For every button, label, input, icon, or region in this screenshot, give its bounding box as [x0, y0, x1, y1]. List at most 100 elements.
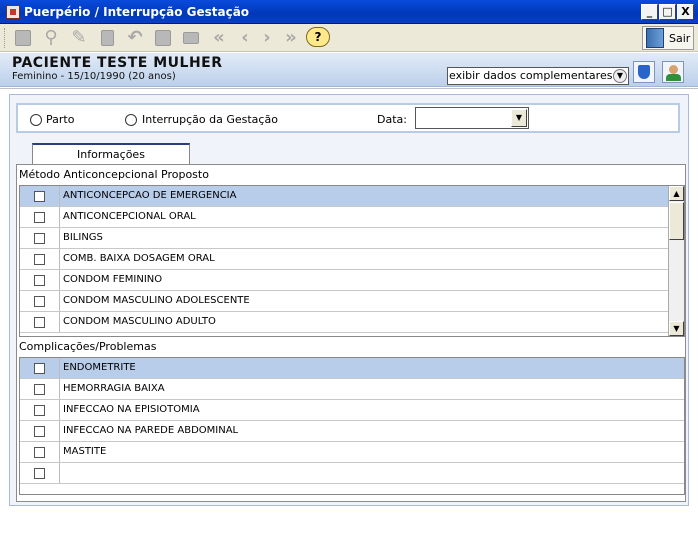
door-exit-icon [646, 28, 664, 48]
print-icon[interactable] [180, 27, 202, 49]
chevron-down-icon[interactable]: ▼ [613, 69, 627, 83]
radio-parto-label: Parto [46, 113, 75, 126]
radio-interrupcao[interactable] [125, 114, 137, 126]
scroll-thumb[interactable] [669, 202, 684, 240]
scroll-up-icon[interactable]: ▲ [669, 186, 684, 201]
app-icon [6, 5, 20, 19]
main-panel: Parto Interrupção da Gestação Data: ▼ In… [9, 94, 689, 506]
eraser-icon[interactable]: ✎ [68, 27, 90, 49]
radio-interrupcao-label: Interrupção da Gestação [142, 113, 278, 126]
exit-button[interactable]: Sair [642, 26, 694, 50]
checkbox[interactable] [34, 253, 45, 265]
list-item[interactable]: ANTICONCEPCIONAL ORAL [20, 207, 669, 228]
item-label: INFECCAO NA EPISIOTOMIA [63, 404, 200, 415]
checkbox[interactable] [34, 446, 45, 458]
date-dropdown-icon[interactable]: ▼ [511, 109, 527, 127]
item-label: CONDOM MASCULINO ADOLESCENTE [63, 295, 250, 306]
next-record-icon[interactable]: › [256, 27, 278, 49]
minimize-button[interactable]: _ [641, 4, 658, 20]
save-icon[interactable] [152, 27, 174, 49]
toolbar: ⚲ ✎ ↶ « ‹ › » ? Sair [0, 24, 698, 52]
list-item[interactable]: CONDOM FEMININO [20, 270, 669, 291]
complicacoes-grid: ENDOMETRITE HEMORRAGIA BAIXA INFECCAO NA E… [19, 357, 685, 495]
checkbox-cell [20, 207, 60, 227]
item-label: CONDOM FEMININO [63, 274, 163, 285]
checkbox-cell [20, 421, 60, 441]
checkbox-cell [20, 442, 60, 462]
checkbox-cell [20, 463, 60, 483]
metodo-scrollbar[interactable]: ▲ ▼ [668, 186, 684, 336]
first-record-icon[interactable]: « [208, 27, 230, 49]
item-label [60, 463, 684, 483]
checkbox-cell [20, 186, 60, 206]
checkbox-cell [20, 358, 60, 378]
new-icon[interactable] [12, 27, 34, 49]
event-type-box: Parto Interrupção da Gestação Data: ▼ [16, 103, 680, 133]
patient-header: PACIENTE TESTE MULHER Feminino - 15/10/1… [0, 53, 698, 87]
item-label: COMB. BAIXA DOSAGEM ORAL [63, 253, 215, 264]
binoculars-icon[interactable]: ⚲ [40, 27, 62, 49]
previous-record-icon[interactable]: ‹ [234, 27, 256, 49]
checkbox-cell [20, 312, 60, 332]
complementary-data-value: exibir dados complementares... [449, 69, 623, 82]
undo-icon[interactable]: ↶ [124, 27, 146, 49]
tab-informacoes-complementares[interactable]: Informações Complementares [32, 143, 190, 181]
patient-details: Feminino - 15/10/1990 (20 anos) [12, 71, 176, 82]
trash-icon[interactable] [96, 27, 118, 49]
item-label: CONDOM MASCULINO ADULTO [63, 316, 216, 327]
window-title: Puerpério / Interrupção Gestação [24, 5, 250, 19]
tab-panel: Método Anticoncepcional Proposto ANTICON… [16, 164, 686, 502]
maximize-button[interactable]: □ [659, 4, 676, 20]
item-label: ANTICONCEPCIONAL ORAL [63, 211, 196, 222]
radio-parto[interactable] [30, 114, 42, 126]
list-item[interactable]: HEMORRAGIA BAIXA [20, 379, 684, 400]
list-item[interactable] [20, 463, 684, 484]
item-label: ENDOMETRITE [60, 358, 684, 378]
checkbox-cell [20, 379, 60, 399]
complicacoes-label: Complicações/Problemas [19, 340, 157, 353]
list-item[interactable]: ENDOMETRITE [20, 358, 684, 379]
checkbox[interactable] [34, 467, 45, 479]
checkbox[interactable] [34, 383, 45, 395]
metodo-grid: ANTICONCEPCAO DE EMERGENCIA ANTICONCEPCIO… [19, 185, 685, 337]
list-item[interactable]: INFECCAO NA EPISIOTOMIA [20, 400, 684, 421]
list-item[interactable]: BILINGS [20, 228, 669, 249]
list-item[interactable]: CONDOM MASCULINO ADOLESCENTE [20, 291, 669, 312]
list-item[interactable]: CONDOM MASCULINO ADULTO [20, 312, 669, 333]
checkbox-cell [20, 400, 60, 420]
checkbox[interactable] [34, 362, 45, 374]
scroll-down-icon[interactable]: ▼ [669, 321, 684, 336]
item-label: INFECCAO NA PAREDE ABDOMINAL [63, 425, 239, 436]
checkbox-cell [20, 228, 60, 248]
patient-card-icon[interactable] [662, 61, 684, 83]
checkbox-cell [20, 249, 60, 269]
title-bar: Puerpério / Interrupção Gestação _ □ X [0, 0, 698, 24]
toolbar-grip [4, 28, 7, 48]
checkbox[interactable] [34, 232, 45, 244]
list-item[interactable]: COMB. BAIXA DOSAGEM ORAL [20, 249, 669, 270]
date-label: Data: [377, 113, 407, 126]
checkbox[interactable] [34, 190, 45, 202]
complementary-data-select[interactable]: exibir dados complementares... ▼ [447, 67, 629, 85]
list-item[interactable]: ANTICONCEPCAO DE EMERGENCIA [20, 186, 669, 207]
content-area: Parto Interrupção da Gestação Data: ▼ In… [0, 88, 698, 546]
metodo-label: Método Anticoncepcional Proposto [19, 168, 209, 181]
last-record-icon[interactable]: » [280, 27, 302, 49]
date-select[interactable]: ▼ [415, 107, 529, 129]
item-label: HEMORRAGIA BAIXA [63, 383, 165, 394]
checkbox[interactable] [34, 211, 45, 223]
item-label: BILINGS [63, 232, 103, 243]
checkbox-cell [20, 270, 60, 290]
checkbox[interactable] [34, 316, 45, 328]
list-item[interactable]: MASTITE [20, 442, 684, 463]
checkbox-cell [20, 291, 60, 311]
help-icon[interactable]: ? [306, 27, 330, 47]
shield-icon[interactable] [633, 61, 655, 83]
list-item[interactable]: INFECCAO NA PAREDE ABDOMINAL [20, 421, 684, 442]
checkbox[interactable] [34, 295, 45, 307]
checkbox[interactable] [34, 404, 45, 416]
checkbox[interactable] [34, 425, 45, 437]
close-button[interactable]: X [677, 4, 694, 20]
item-label: ANTICONCEPCAO DE EMERGENCIA [60, 186, 669, 206]
checkbox[interactable] [34, 274, 45, 286]
